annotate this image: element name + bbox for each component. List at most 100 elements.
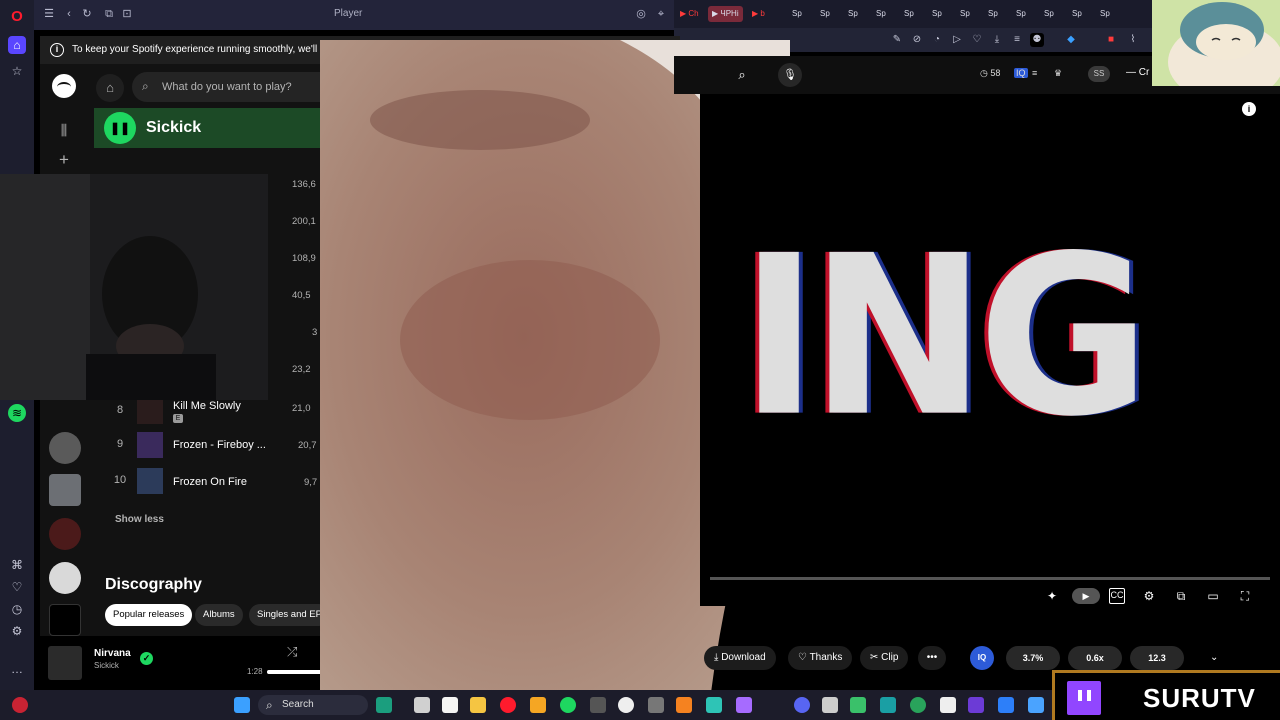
now-playing-artist[interactable]: Sickick (94, 661, 119, 670)
now-playing-cover[interactable] (48, 646, 82, 680)
taskbar-app-14[interactable] (968, 697, 984, 713)
back-icon[interactable]: ‹ (62, 7, 76, 21)
tab-yt-2[interactable]: ▶ b (752, 6, 765, 22)
home-button[interactable]: ⌂ (96, 74, 124, 102)
taskbar-app-3[interactable] (442, 697, 458, 713)
gem-icon[interactable]: ◆ (1064, 33, 1078, 47)
library-item-5[interactable] (49, 604, 81, 636)
video-progress-bar[interactable] (710, 577, 1270, 580)
settings-icon[interactable]: ⚙ (8, 622, 26, 640)
clip-button[interactable]: ✂ Clip (860, 646, 909, 670)
widgets-icon[interactable] (12, 697, 28, 713)
fullscreen-icon[interactable]: ⛶ (1237, 588, 1253, 604)
tab-sp-7[interactable]: Sp (960, 6, 970, 22)
sparkle-icon[interactable]: ✦ (1044, 588, 1060, 604)
snapshot-icon[interactable]: ⊘ (910, 33, 924, 47)
theater-icon[interactable]: ▭ (1205, 588, 1221, 604)
tab-yt[interactable]: ▶ Ch (680, 6, 699, 22)
video-player[interactable]: ING i (700, 94, 1280, 606)
star-icon[interactable]: ☆ (8, 62, 26, 80)
saved-check-icon[interactable]: ✓ (140, 652, 153, 665)
rss-icon[interactable]: ⌇ (1126, 33, 1140, 47)
settings-icon[interactable]: ⚙ (1141, 588, 1157, 604)
extension-icon[interactable]: ◎ (634, 7, 648, 21)
mic-icon[interactable]: 🎙 (778, 63, 802, 87)
timer-icon[interactable]: ◔ (930, 33, 944, 47)
tab-yt-active[interactable]: ▶ ЧРНі (708, 6, 743, 22)
search-icon[interactable]: ⌕ (732, 65, 752, 85)
library-item-4[interactable] (49, 562, 81, 594)
taskbar-app-12[interactable] (910, 697, 926, 713)
edit-icon[interactable]: ✎ (890, 33, 904, 47)
play-icon[interactable]: ▷ (950, 33, 964, 47)
iq-extension-button[interactable]: IQ (970, 646, 994, 670)
taskbar-app-6[interactable] (648, 697, 664, 713)
taskbar-search[interactable]: Search (258, 695, 368, 715)
download-icon[interactable]: ⤓ (990, 33, 1004, 47)
captions-icon[interactable]: CC (1109, 588, 1125, 604)
tab-sp-3[interactable]: Sp (848, 6, 858, 22)
tab-sp-11[interactable]: Sp (1072, 6, 1082, 22)
shuffle-icon[interactable]: ⤮ (287, 644, 297, 660)
more-actions-button[interactable]: ••• (918, 646, 946, 670)
chip-singles[interactable]: Singles and EP (249, 604, 330, 626)
ext-red-icon[interactable]: ■ (1104, 33, 1118, 47)
menu-lines-icon[interactable]: ≡ (1032, 68, 1037, 78)
opera-logo-icon[interactable]: O (8, 8, 26, 26)
vlc-icon[interactable] (676, 697, 692, 713)
new-tab-icon[interactable]: ⊡ (120, 7, 134, 21)
history-icon[interactable]: ◷ (8, 600, 26, 618)
pause-button[interactable]: ❚❚ (104, 112, 136, 144)
file-explorer-icon[interactable] (470, 697, 486, 713)
more-icon[interactable]: … (8, 660, 26, 678)
taskbar-app-9[interactable] (822, 697, 838, 713)
add-icon[interactable]: + (54, 150, 74, 170)
tabs-icon[interactable]: ⧉ (102, 7, 116, 21)
now-playing-title[interactable]: Nirvana (94, 648, 131, 659)
gamepad-icon[interactable]: ⚉ (1030, 33, 1044, 47)
tab-sp-2[interactable]: Sp (820, 6, 830, 22)
taskbar-app-7[interactable] (706, 697, 722, 713)
list-icon[interactable]: ≡ (1010, 33, 1024, 47)
taskbar-app-16[interactable] (1028, 697, 1044, 713)
apps-icon[interactable]: ⌘ (8, 556, 26, 574)
tab-sp-6[interactable]: Sp (932, 6, 942, 22)
info-icon[interactable]: i (1242, 102, 1256, 116)
start-icon[interactable] (234, 697, 250, 713)
expand-chevron-icon[interactable]: ⌄ (1200, 646, 1228, 670)
heart-icon[interactable]: ♡ (8, 578, 26, 596)
taskbar-app-11[interactable] (880, 697, 896, 713)
taskbar-app-13[interactable] (940, 697, 956, 713)
tab-sp-12[interactable]: Sp (1100, 6, 1110, 22)
download-button[interactable]: ⤓ Download (704, 646, 776, 670)
track-row[interactable]: 9 Frozen - Fireboy ... (100, 432, 320, 462)
taskbar-app-4[interactable] (530, 697, 546, 713)
tab-sp-5[interactable]: Sp (904, 6, 914, 22)
avatar-badge[interactable]: SS (1088, 66, 1110, 82)
autoplay-toggle[interactable]: ▶ (1072, 588, 1100, 604)
tab-sp-4[interactable]: Sp (876, 6, 886, 22)
taskbar-app-5[interactable] (590, 697, 606, 713)
tab-sp-1[interactable]: Sp (792, 6, 802, 22)
taskbar-app-2[interactable] (414, 697, 430, 713)
pin-icon[interactable]: ⌖ (654, 7, 668, 21)
taskbar-app-8[interactable] (736, 697, 752, 713)
discord-icon[interactable] (794, 697, 810, 713)
thanks-button[interactable]: ♡ Thanks (788, 646, 853, 670)
library-item-1[interactable] (49, 432, 81, 464)
github-icon[interactable] (618, 697, 634, 713)
miniplayer-icon[interactable]: ⧉ (1173, 588, 1189, 604)
track-row[interactable]: 8 Kill Me Slowly E (100, 398, 320, 428)
show-less-button[interactable]: Show less (115, 514, 164, 525)
chip-popular-releases[interactable]: Popular releases (105, 604, 193, 626)
reload-icon[interactable]: ↻ (80, 7, 94, 21)
ext-iq-icon[interactable]: IQ (1014, 68, 1028, 78)
bookmark-heart-icon[interactable]: ♡ (970, 33, 984, 47)
library-item-3[interactable] (49, 518, 81, 550)
create-button[interactable]: — Cr (1126, 67, 1149, 78)
taskbar-app-15[interactable] (998, 697, 1014, 713)
taskbar-app-10[interactable] (850, 697, 866, 713)
tab-sp-10[interactable]: Sp (1044, 6, 1054, 22)
library-item-2[interactable] (49, 474, 81, 506)
tab-sp-8[interactable]: Sp (988, 6, 998, 22)
